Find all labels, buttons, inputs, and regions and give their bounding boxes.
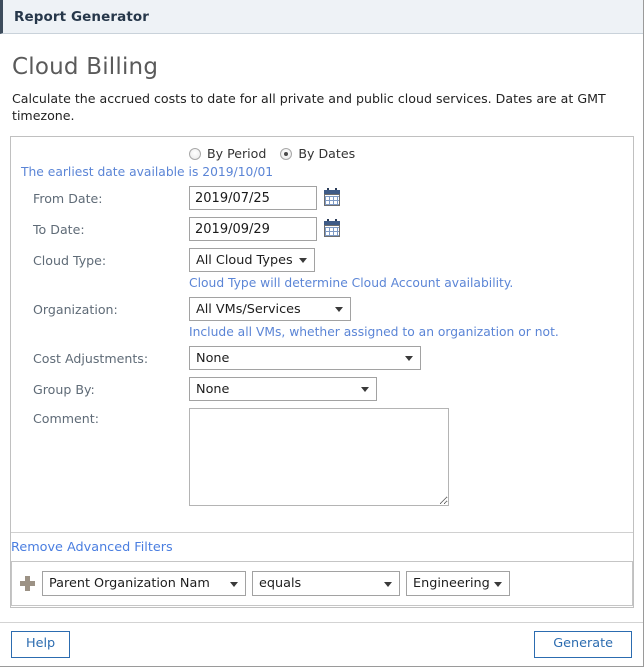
to-date-label: To Date: [33,221,85,237]
filter-field-select[interactable]: Parent Organization Nam [42,571,246,596]
radio-option-by-period[interactable]: By Period [189,146,266,161]
cost-adjustments-select[interactable]: None [189,346,421,370]
add-filter-plus-icon[interactable] [20,576,35,591]
cloud-type-select[interactable]: All Cloud Types [189,248,315,272]
cost-adjustments-label: Cost Adjustments: [33,350,149,366]
group-by-label: Group By: [33,381,95,397]
radio-by-dates-indicator[interactable] [280,147,293,160]
organization-value: All VMs/Services [196,301,301,317]
radio-option-by-dates[interactable]: By Dates [280,146,355,161]
chevron-down-icon [494,581,502,587]
field-row-to-date: To Date: [11,217,633,241]
chevron-down-icon [405,356,413,361]
organization-label: Organization: [33,301,118,317]
chevron-down-icon [230,581,238,587]
organization-hint: Include all VMs, whether assigned to an … [189,325,559,339]
generate-button[interactable]: Generate [534,631,632,658]
filter-operator-value: equals [259,576,302,591]
to-date-calendar-icon[interactable] [324,219,340,237]
group-by-select[interactable]: None [189,377,377,401]
from-date-input[interactable] [189,186,317,210]
from-date-calendar-icon[interactable] [324,188,340,206]
page-title: Cloud Billing [12,54,159,80]
earliest-date-hint: The earliest date available is 2019/10/0… [21,165,274,179]
field-row-organization: Organization: All VMs/Services [11,297,633,321]
page-body: Cloud Billing Calculate the accrued cost… [0,54,643,608]
radio-by-period-label: By Period [207,146,267,161]
window-titlebar: Report Generator [0,0,643,34]
report-options-panel: By Period By Dates The earliest date ava… [10,136,634,608]
to-date-input[interactable] [189,217,317,241]
report-generator-window: Report Generator Cloud Billing Calculate… [0,0,644,667]
filter-value-value: Engineering [413,576,490,591]
cost-adjustments-value: None [196,350,230,366]
remove-advanced-filters-link[interactable]: Remove Advanced Filters [11,540,173,555]
page-description: Calculate the accrued costs to date for … [12,91,606,123]
advanced-filters-box: Parent Organization Nam equals Engineeri… [11,561,633,606]
dialog-footer: Help Generate [0,622,643,666]
radio-by-period-indicator[interactable] [189,147,201,160]
comment-textarea[interactable] [189,408,449,506]
window-title: Report Generator [14,8,150,25]
group-by-value: None [196,381,230,397]
field-row-cost-adjustments: Cost Adjustments: None [11,346,633,370]
comment-label: Comment: [33,411,99,426]
field-row-from-date: From Date: [11,186,633,210]
filter-value-select[interactable]: Engineering [406,571,510,596]
field-row-cloud-type: Cloud Type: All Cloud Types [11,248,633,272]
organization-select[interactable]: All VMs/Services [189,297,351,321]
chevron-down-icon [335,307,343,312]
chevron-down-icon [361,387,369,392]
field-row-group-by: Group By: None [11,377,633,401]
from-date-label: From Date: [33,190,103,206]
date-mode-radio-group: By Period By Dates [189,137,633,161]
chevron-down-icon [384,581,392,587]
chevron-down-icon [299,258,307,263]
cloud-type-value: All Cloud Types [196,252,293,268]
filter-operator-select[interactable]: equals [252,571,400,596]
advanced-filters-divider [11,532,633,533]
help-button[interactable]: Help [11,631,71,658]
cloud-type-label: Cloud Type: [33,252,107,268]
radio-by-dates-label: By Dates [298,146,356,161]
filter-field-value: Parent Organization Nam [49,576,210,591]
cloud-type-hint: Cloud Type will determine Cloud Account … [189,276,514,290]
field-row-comment: Comment: [11,408,633,506]
